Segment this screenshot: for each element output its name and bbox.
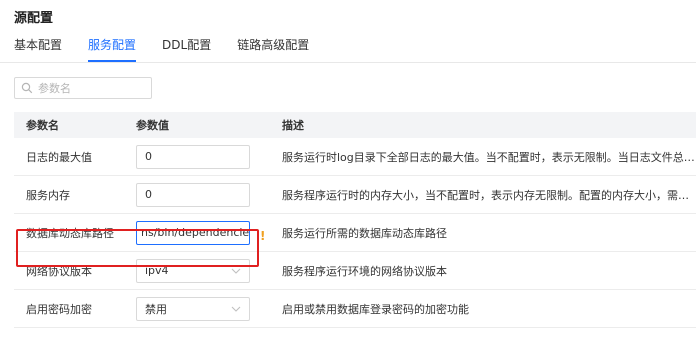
param-name: 启用密码加密: [26, 302, 92, 316]
param-desc: 启用或禁用数据库登录密码的加密功能: [282, 302, 469, 316]
chevron-down-icon: [231, 268, 241, 274]
param-value-input[interactable]: [136, 182, 250, 207]
param-desc: 服务程序运行环境的网络协议版本: [282, 264, 447, 278]
tabs-divider: [0, 62, 696, 63]
param-desc: 服务程序运行时的内存大小，当不配置时，表示内存无限制。配置的内存大小，需在当前.…: [282, 188, 696, 202]
param-value-cell: ipv4: [136, 258, 282, 283]
tab-basic-config[interactable]: 基本配置: [14, 36, 62, 62]
header-value: 参数值: [136, 119, 169, 132]
param-value-select[interactable]: ipv4: [136, 258, 250, 283]
table-row: 数据库动态库路径 ! 服务运行所需的数据库动态库路径: [14, 214, 696, 252]
tab-service-config[interactable]: 服务配置: [88, 36, 137, 62]
table-row: 网络协议版本 ipv4 服务程序运行环境的网络协议版本: [14, 252, 696, 290]
param-name: 网络协议版本: [26, 264, 92, 278]
table-header: 参数名 参数值 描述: [14, 112, 696, 138]
table-row: 日志的最大值 服务运行时log目录下全部日志的最大值。当不配置时，表示无限制。当…: [14, 138, 696, 176]
param-value-input[interactable]: [136, 144, 250, 169]
page-title: 源配置: [14, 11, 54, 26]
search-icon: [21, 82, 33, 94]
header-desc: 描述: [282, 119, 304, 132]
param-value-cell: !: [136, 220, 282, 245]
table-row: 服务内存 服务程序运行时的内存大小，当不配置时，表示内存无限制。配置的内存大小，…: [14, 176, 696, 214]
param-desc: 服务运行时log目录下全部日志的最大值。当不配置时，表示无限制。当日志文件总大小…: [282, 150, 696, 164]
param-value-input[interactable]: [136, 220, 250, 245]
param-value-cell: [136, 182, 282, 207]
params-table: 参数名 参数值 描述 日志的最大值 服务运行时log目录下全部日志的最大值。当不…: [14, 112, 696, 328]
search-box[interactable]: [14, 77, 152, 99]
param-name: 数据库动态库路径: [26, 226, 114, 240]
select-value: 禁用: [145, 302, 167, 316]
param-desc: 服务运行所需的数据库动态库路径: [282, 226, 447, 240]
param-value-select[interactable]: 禁用: [136, 296, 250, 321]
param-name: 服务内存: [26, 188, 70, 202]
select-value: ipv4: [145, 264, 169, 277]
warning-icon: !: [260, 228, 266, 243]
param-value-cell: [136, 144, 282, 169]
table-row: 启用密码加密 禁用 启用或禁用数据库登录密码的加密功能: [14, 290, 696, 328]
tab-bar: 基本配置 服务配置 DDL配置 链路高级配置: [14, 36, 335, 62]
tab-link-advanced-config[interactable]: 链路高级配置: [237, 36, 309, 62]
tab-ddl-config[interactable]: DDL配置: [162, 36, 211, 62]
header-name: 参数名: [26, 119, 59, 132]
chevron-down-icon: [231, 306, 241, 312]
search-input[interactable]: [38, 81, 138, 95]
param-name: 日志的最大值: [26, 150, 92, 164]
param-value-cell: 禁用: [136, 296, 282, 321]
